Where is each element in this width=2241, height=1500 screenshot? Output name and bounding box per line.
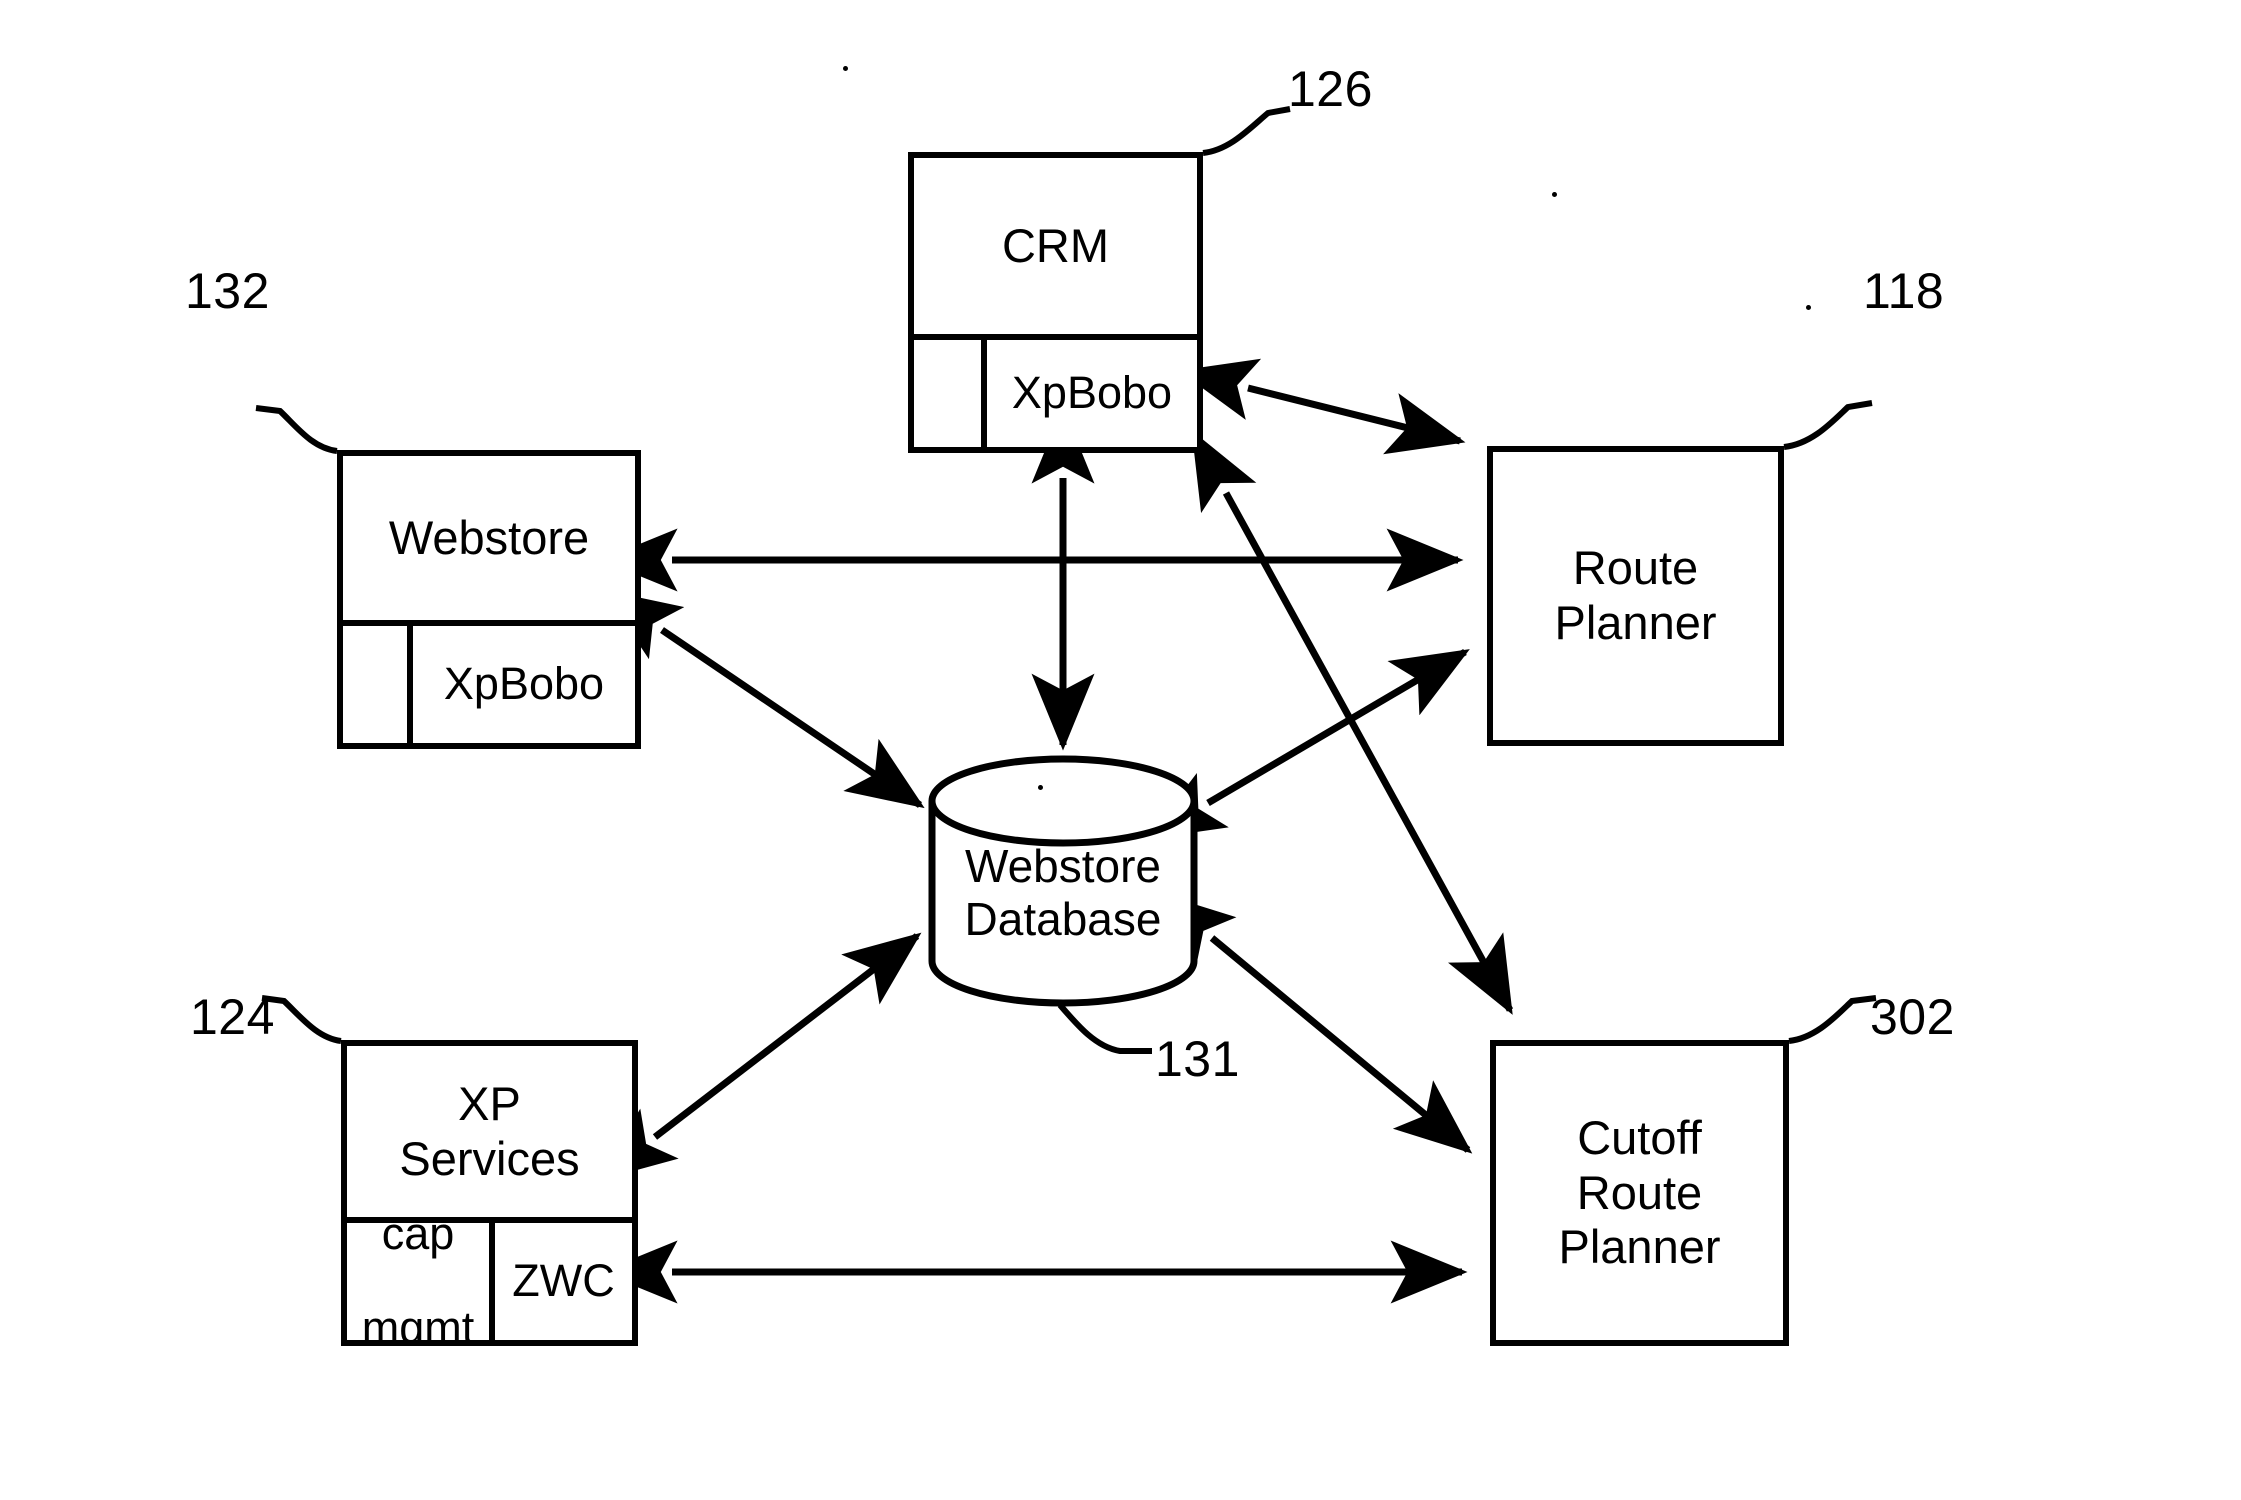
node-route-planner-label-line2: Planner	[1554, 596, 1717, 649]
node-webstore-database-label: Webstore Database	[932, 840, 1194, 947]
node-webstore-database-label-line1: Webstore	[964, 840, 1162, 892]
connector-xp-services-database	[598, 932, 922, 1181]
reference-numeral-124: 124	[190, 989, 275, 1045]
node-xp-services-subcell-cap-mgmt: cap mgmt	[347, 1223, 495, 1340]
leader-line-302	[1788, 995, 1877, 1044]
connector-database-route-planner	[1146, 648, 1470, 840]
leader-line-126	[1202, 106, 1291, 156]
scan-speck	[1038, 785, 1043, 790]
connector-crm-cutoff-route-planner	[1191, 430, 1514, 1015]
node-xp-services-cap-line2: mgmt	[361, 1301, 475, 1340]
node-crm-subcell-xpbobo: XpBobo	[1011, 367, 1173, 419]
node-cutoff-route-planner-label: Cutoff Route Planner	[1496, 1046, 1783, 1340]
reference-numeral-132: 132	[185, 263, 270, 319]
node-cutoff-route-planner-label-line3: Planner	[1558, 1220, 1721, 1274]
leader-line-118	[1783, 400, 1873, 450]
node-webstore-subcell-left	[343, 626, 413, 743]
node-xp-services[interactable]: XP Services cap mgmt ZWC	[341, 1040, 638, 1346]
node-route-planner-label: Route Planner	[1493, 452, 1778, 740]
connector-crm-route-planner	[1178, 358, 1466, 455]
node-cutoff-route-planner-label-line2: Route	[1576, 1165, 1703, 1219]
node-xp-services-label-line1: XP	[458, 1076, 521, 1130]
scan-speck	[1552, 192, 1557, 197]
reference-numeral-118: 118	[1863, 263, 1945, 319]
node-cutoff-route-planner[interactable]: Cutoff Route Planner	[1490, 1040, 1789, 1346]
scan-speck	[1806, 305, 1811, 310]
node-crm-label: CRM	[1001, 218, 1110, 272]
leader-line-132	[255, 405, 338, 454]
node-cutoff-route-planner-label-line1: Cutoff	[1577, 1111, 1702, 1165]
reference-numeral-131: 131	[1155, 1031, 1240, 1087]
reference-numeral-302: 302	[1870, 989, 1955, 1045]
node-crm-subrow: XpBobo	[914, 334, 1197, 447]
leader-line-131	[1057, 1003, 1152, 1054]
node-crm[interactable]: CRM XpBobo	[908, 152, 1203, 453]
node-webstore-database[interactable]: Webstore Database	[932, 762, 1194, 1002]
node-webstore-subcell-xpbobo: XpBobo	[443, 658, 605, 710]
node-webstore-label: Webstore	[388, 510, 590, 564]
node-crm-subcell-left	[914, 340, 987, 447]
connector-database-cutoff-route-planner	[1157, 892, 1473, 1154]
connector-webstore-database	[602, 589, 925, 809]
node-xp-services-cap-line1: cap	[381, 1223, 455, 1260]
reference-numeral-126: 126	[1288, 61, 1373, 117]
node-route-planner[interactable]: Route Planner	[1487, 446, 1784, 746]
node-webstore-subrow: XpBobo	[343, 620, 635, 743]
scan-speck	[843, 66, 848, 71]
node-route-planner-label-line1: Route	[1572, 541, 1699, 595]
diagram-canvas: CRM XpBobo 126 Webstore XpBobo 132 Route…	[0, 0, 2241, 1500]
node-xp-services-subcell-zwc: ZWC	[512, 1255, 615, 1307]
node-webstore[interactable]: Webstore XpBobo	[337, 450, 641, 749]
node-xp-services-label: XP Services	[347, 1046, 632, 1217]
node-xp-services-label-line2: Services	[399, 1131, 580, 1185]
node-webstore-database-label-line2: Database	[964, 893, 1162, 946]
node-xp-services-subrow: cap mgmt ZWC	[347, 1217, 632, 1340]
